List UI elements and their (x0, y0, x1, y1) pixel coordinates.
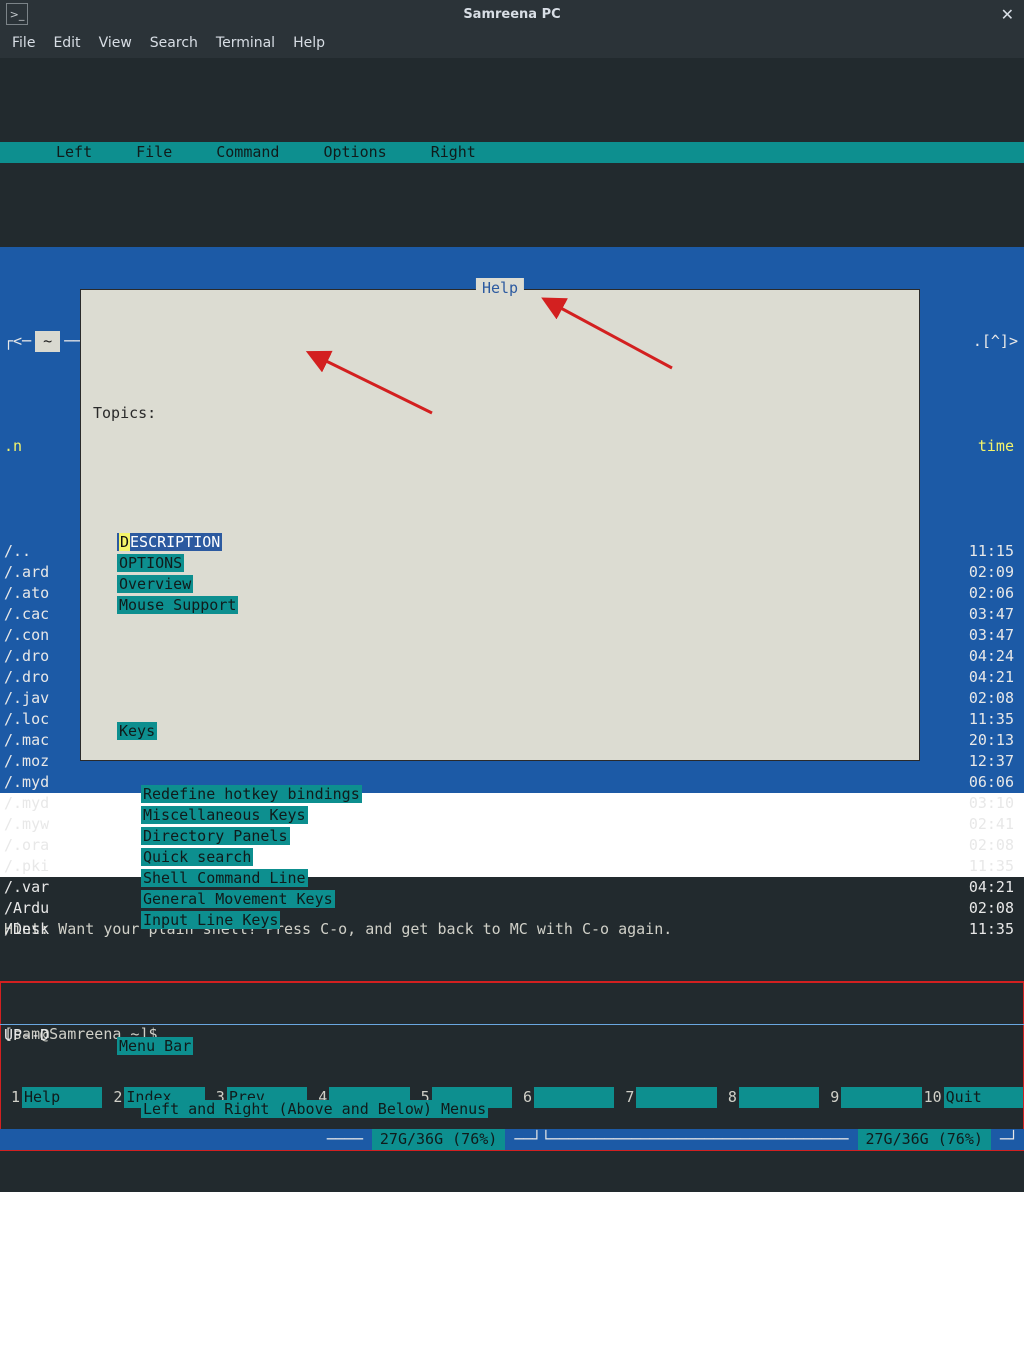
file-name-cell: /.moz (0, 751, 80, 772)
help-topic-link[interactable]: Shell Command Line (141, 869, 308, 887)
file-name-cell: /.jav (0, 688, 80, 709)
file-time-cell: 03:10 (924, 793, 1014, 814)
cwd-tilde: ~ (35, 331, 60, 352)
help-topic-link[interactable]: OPTIONS (117, 554, 184, 572)
file-time-cell: 11:35 (924, 919, 1014, 940)
file-time-cell: 03:47 (924, 604, 1014, 625)
fkey-10[interactable]: 10Quit (922, 1087, 1024, 1108)
help-topic-link[interactable]: General Movement Keys (141, 890, 335, 908)
file-name-cell: /.. (0, 541, 80, 562)
file-name-cell: /.var (0, 877, 80, 898)
menu-terminal[interactable]: Terminal (216, 35, 275, 51)
terminal-icon: >_ (6, 3, 28, 25)
file-time-cell: 02:08 (924, 898, 1014, 919)
help-topic-link[interactable]: Mouse Support (117, 596, 238, 614)
file-time-cell: 06:06 (924, 772, 1014, 793)
mc-panels: ┌<─ ~ ──────────────────────────────────… (0, 247, 1024, 793)
file-name-cell: /.dro (0, 667, 80, 688)
file-name-cell: /.myw (0, 814, 80, 835)
file-name-cell: /.loc (0, 709, 80, 730)
file-time-cell: 03:47 (924, 625, 1014, 646)
menu-search[interactable]: Search (150, 35, 198, 51)
help-topic-link[interactable]: Redefine hotkey bindings (141, 785, 362, 803)
fkey-label: Quit (944, 1087, 1024, 1108)
file-time-cell: 04:21 (924, 877, 1014, 898)
file-time-cell: 02:08 (924, 835, 1014, 856)
mc-menu-right[interactable]: Right (409, 142, 498, 163)
file-name-cell: /Desk (0, 919, 80, 940)
file-time-cell: 02:06 (924, 583, 1014, 604)
file-time-cell: 04:21 (924, 667, 1014, 688)
app-window: >_ Samreena PC ✕ File Edit View Search T… (0, 0, 1024, 741)
help-topic-link[interactable]: Overview (117, 575, 193, 593)
mc-menu-options[interactable]: Options (301, 142, 408, 163)
mc-menu-left[interactable]: Left (34, 142, 114, 163)
file-time-cell: 11:35 (924, 709, 1014, 730)
col-name-header: .n (0, 436, 80, 457)
file-time-cell: 11:35 (924, 856, 1014, 877)
terminal-area: Left File Command Options Right ┌<─ ~ ──… (0, 58, 1024, 741)
help-topic-menubar[interactable]: Menu Bar (117, 1037, 193, 1055)
file-name-cell: /Ardu (0, 898, 80, 919)
help-topic-link[interactable]: DESCRIPTION (117, 533, 222, 551)
file-time-cell: 04:24 (924, 646, 1014, 667)
file-time-cell: 02:08 (924, 688, 1014, 709)
file-time-cell: 02:41 (924, 814, 1014, 835)
menu-file[interactable]: File (12, 35, 35, 51)
file-time-cell: 02:09 (924, 562, 1014, 583)
help-topic-link[interactable]: Quick search (141, 848, 253, 866)
help-topic-keys[interactable]: Keys (117, 722, 157, 740)
file-time-cell: 12:37 (924, 751, 1014, 772)
file-name-cell: /.cac (0, 604, 80, 625)
help-dialog: Help Topics: DESCRIPTIONOPTIONSOverviewM… (80, 289, 920, 761)
mc-menu-command[interactable]: Command (194, 142, 301, 163)
col-time-header: time (924, 436, 1014, 457)
panel-right-label: .[^]> (973, 331, 1024, 352)
file-name-cell: /.myd (0, 793, 80, 814)
menu-view[interactable]: View (99, 35, 132, 51)
file-name-cell: /.ora (0, 835, 80, 856)
help-topics-header: Topics: (93, 403, 907, 424)
file-name-cell: /.myd (0, 772, 80, 793)
file-name-cell: /.pki (0, 856, 80, 877)
file-name-cell: /.dro (0, 646, 80, 667)
close-icon[interactable]: ✕ (1001, 5, 1014, 24)
help-topic-link[interactable]: Input Line Keys (141, 911, 280, 929)
help-topic-link[interactable]: Miscellaneous Keys (141, 806, 308, 824)
file-name-cell: /.ard (0, 562, 80, 583)
fkey-number: 10 (922, 1087, 944, 1108)
file-name-cell: /.con (0, 625, 80, 646)
app-menubar: File Edit View Search Terminal Help (0, 28, 1024, 58)
help-dialog-title: Help (476, 278, 524, 299)
menu-help[interactable]: Help (293, 35, 325, 51)
file-name-cell: /.ato (0, 583, 80, 604)
menu-edit[interactable]: Edit (53, 35, 80, 51)
updir-label: UP--D (0, 1025, 80, 1045)
file-time-cell: 11:15 (924, 541, 1014, 562)
mc-menu-file[interactable]: File (114, 142, 194, 163)
help-topic-link[interactable]: Directory Panels (141, 827, 290, 845)
mc-menubar: Left File Command Options Right (0, 142, 1024, 163)
help-topic-menubar-lr[interactable]: Left and Right (Above and Below) Menus (141, 1100, 488, 1118)
window-title: Samreena PC (0, 7, 1024, 22)
fkey-number: 1 (0, 1087, 22, 1108)
titlebar: >_ Samreena PC ✕ (0, 0, 1024, 28)
